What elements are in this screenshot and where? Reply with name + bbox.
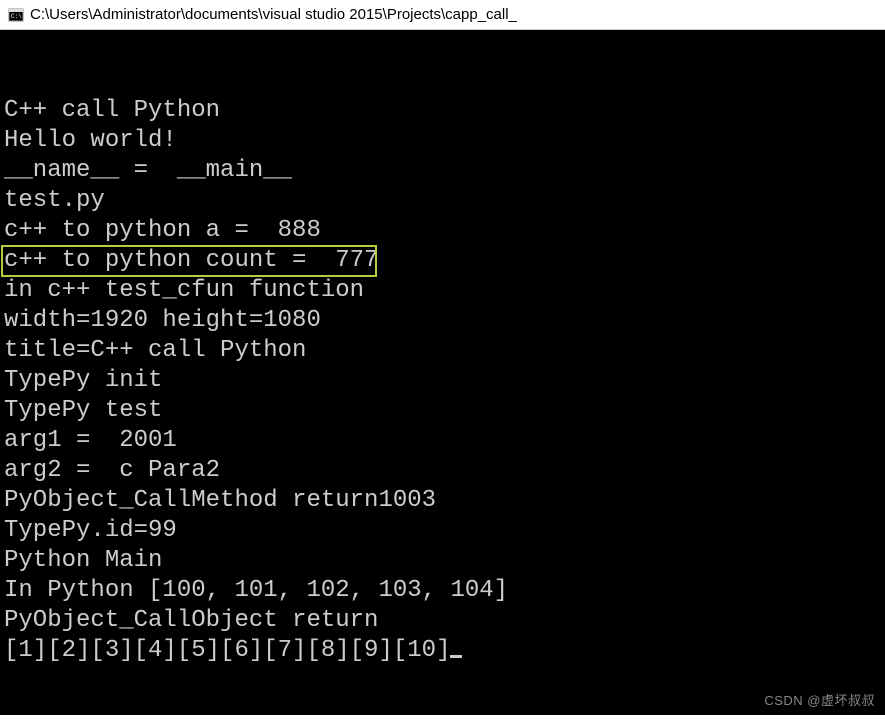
console-line: c++ to python count = 777 xyxy=(4,246,881,276)
console-line: TypePy.id=99 xyxy=(4,516,881,546)
console-app-icon: C:\ xyxy=(8,7,24,23)
window-title-bar[interactable]: C:\ C:\Users\Administrator\documents\vis… xyxy=(0,0,885,30)
console-line: Hello world! xyxy=(4,126,881,156)
console-line: width=1920 height=1080 xyxy=(4,306,881,336)
console-line: PyObject_CallObject return xyxy=(4,606,881,636)
cursor xyxy=(450,655,462,658)
console-output[interactable]: C++ call PythonHello world!__name__ = __… xyxy=(0,30,885,715)
console-line: __name__ = __main__ xyxy=(4,156,881,186)
console-line: PyObject_CallMethod return1003 xyxy=(4,486,881,516)
console-line: TypePy init xyxy=(4,366,881,396)
console-line: arg2 = c Para2 xyxy=(4,456,881,486)
console-line: [1][2][3][4][5][6][7][8][9][10] xyxy=(4,636,881,666)
window-title-text: C:\Users\Administrator\documents\visual … xyxy=(30,6,517,23)
console-line: test.py xyxy=(4,186,881,216)
console-line: in c++ test_cfun function xyxy=(4,276,881,306)
console-line: arg1 = 2001 xyxy=(4,426,881,456)
console-line: Python Main xyxy=(4,546,881,576)
console-line: In Python [100, 101, 102, 103, 104] xyxy=(4,576,881,606)
csdn-watermark: CSDN @虚坏叔叔 xyxy=(764,690,875,709)
console-line: TypePy test xyxy=(4,396,881,426)
svg-text:C:\: C:\ xyxy=(11,13,22,20)
console-line: title=C++ call Python xyxy=(4,336,881,366)
console-line: C++ call Python xyxy=(4,96,881,126)
console-line: c++ to python a = 888 xyxy=(4,216,881,246)
